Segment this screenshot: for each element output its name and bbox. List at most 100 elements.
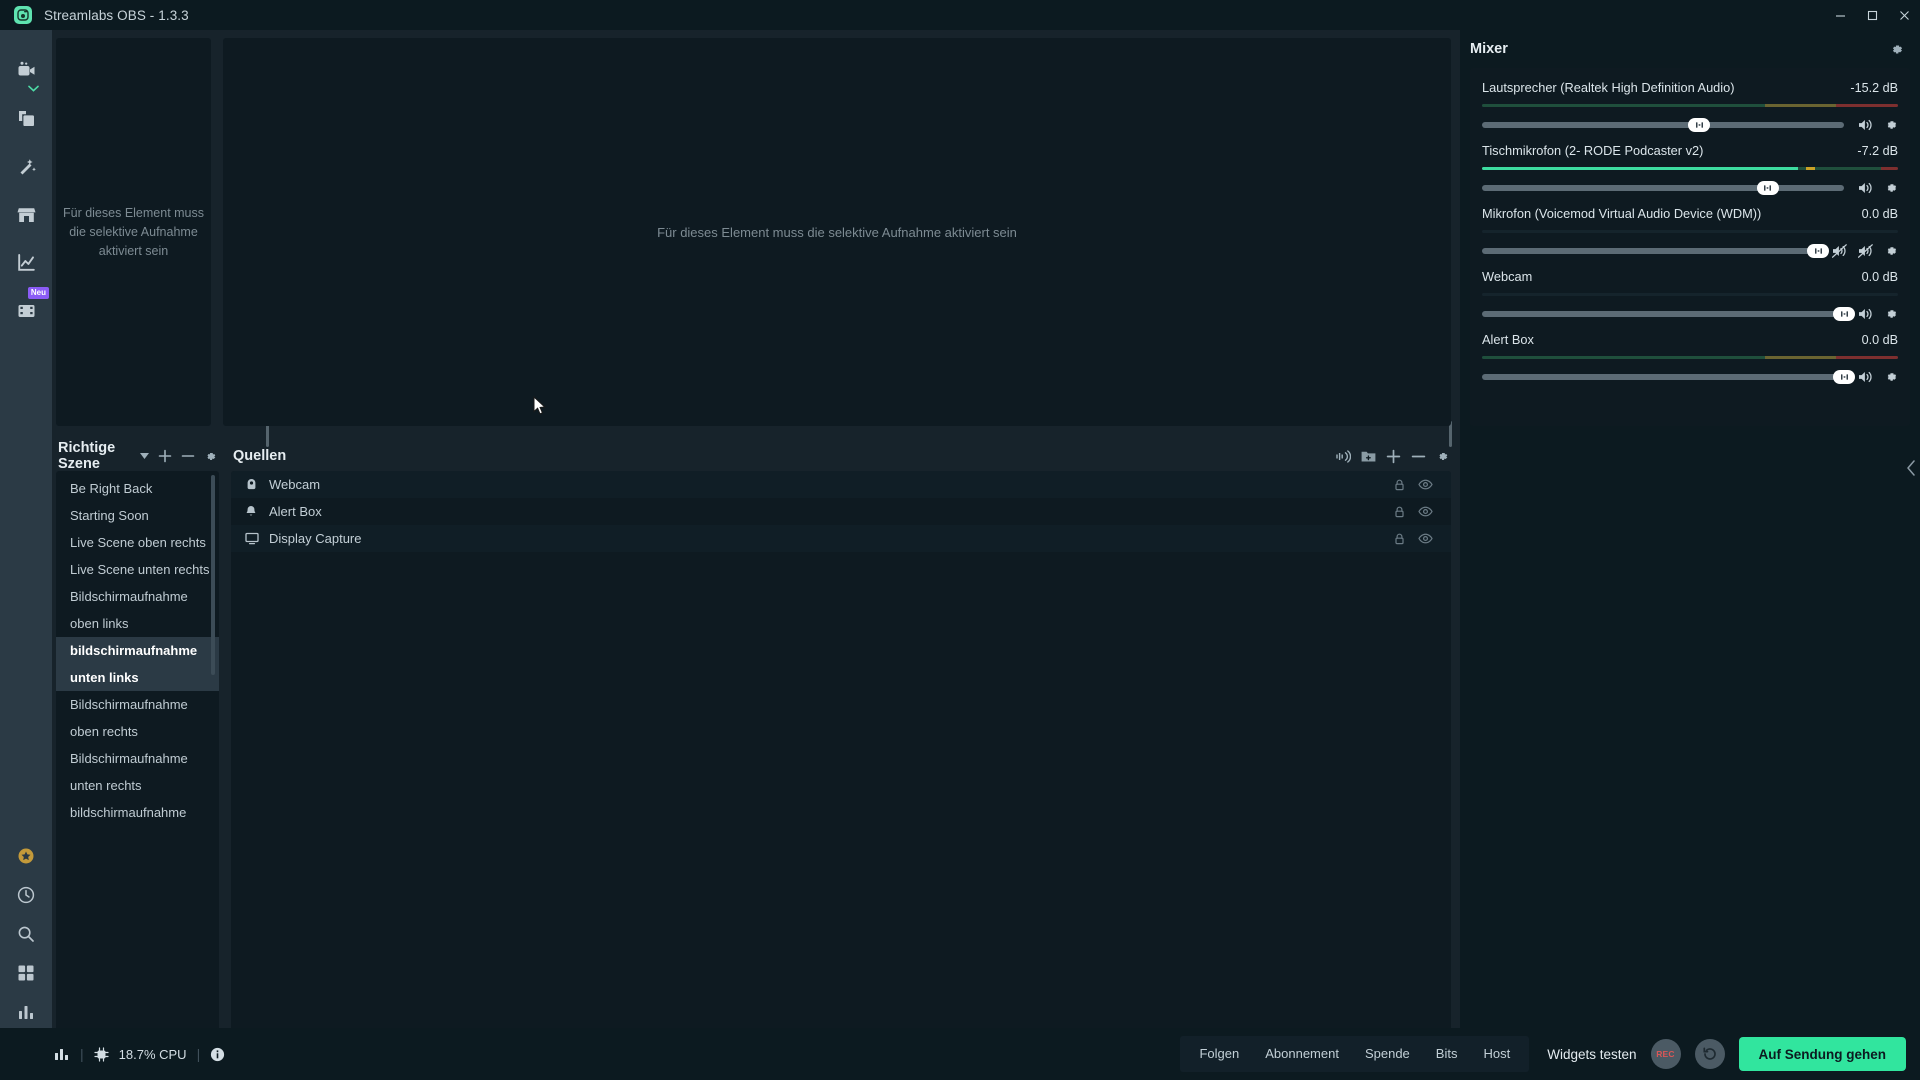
sidebar-item-recent-events[interactable] [0,875,52,914]
source-settings-gear-icon[interactable] [1436,450,1449,463]
mixer-channel: Mikrofon (Voicemod Virtual Audio Device … [1470,196,1910,259]
audio-mixer-icon[interactable] [1336,449,1351,463]
mixer-volume-knob[interactable] [1756,181,1779,195]
event-tab[interactable]: Folgen [1186,1036,1252,1072]
volume-muted-indicator-icon[interactable] [1832,244,1847,258]
bars-icon[interactable] [54,1047,70,1061]
add-source-button[interactable] [1386,449,1401,464]
mixer-volume-slider[interactable] [1482,181,1844,195]
scene-list-item[interactable]: Live Scene oben rechts [56,529,219,556]
scene-list-item[interactable]: Live Scene unten rechts [56,556,219,583]
sidebar-item-highlighter[interactable]: Neu [0,286,52,334]
volume-icon[interactable] [1858,118,1873,132]
minimize-button[interactable] [1824,0,1856,30]
mixer-channel-gear-icon[interactable] [1884,307,1898,321]
sidebar-item-layout-editor[interactable] [0,953,52,992]
mixer-volume-slider[interactable] [1482,118,1844,132]
mixer-channel-name: Webcam [1482,269,1533,284]
scene-list-item[interactable]: bildschirmaufnahme [56,799,219,826]
sidebar-item-themes[interactable] [0,94,52,142]
event-tab[interactable]: Bits [1423,1036,1471,1072]
sidebar-item-stats[interactable] [0,992,52,1031]
close-button[interactable] [1888,0,1920,30]
sidebar-item-prime[interactable] [0,836,52,875]
center-column: Für dieses Element muss die selektive Au… [52,30,1460,1080]
remove-scene-button[interactable] [181,449,195,463]
main-preview[interactable]: Für dieses Element muss die selektive Au… [223,38,1451,426]
source-list-item[interactable]: Webcam [231,471,1451,498]
mixer-volume-knob[interactable] [1833,307,1855,321]
event-tab[interactable]: Host [1470,1036,1523,1072]
scene-list-item[interactable]: Bildschirmaufnahme [56,745,219,772]
volume-icon[interactable] [1858,370,1873,384]
eye-icon[interactable] [1418,533,1433,544]
sidebar-item-editor[interactable] [0,46,52,94]
mixer-volume-track [1482,185,1844,191]
scene-list-item[interactable]: Bildschirmaufnahme [56,691,219,718]
event-tab[interactable]: Abonnement [1252,1036,1352,1072]
eye-icon[interactable] [1418,506,1433,517]
mixer-channel-gear-icon[interactable] [1884,181,1898,195]
remove-source-button[interactable] [1411,449,1426,464]
scenes-scrollbar-thumb[interactable] [211,475,215,675]
sidebar-item-dashboard[interactable] [0,238,52,286]
scene-list-item[interactable]: Bildschirmaufnahme [56,583,219,610]
mixer-volume-knob[interactable] [1688,118,1711,132]
mixer-volume-knob[interactable] [1807,244,1829,258]
mixer-settings-gear-icon[interactable] [1889,42,1904,57]
replay-buffer-button[interactable] [1694,1039,1725,1069]
cpu-usage-label: 18.7% CPU [118,1046,187,1062]
lock-icon[interactable] [1394,533,1405,545]
mixer-volume-slider[interactable] [1482,307,1855,321]
mixer-channel-gear-icon[interactable] [1884,370,1898,384]
mixer-channel-db: -15.2 dB [1850,81,1898,95]
mixer-channel-gear-icon[interactable] [1884,118,1898,132]
eye-icon[interactable] [1418,479,1433,490]
add-scene-button[interactable] [158,449,172,463]
chevron-down-icon[interactable] [140,453,149,459]
scene-list-item[interactable]: bildschirmaufnahme [56,637,219,664]
mixer-volume-slider[interactable] [1482,244,1829,258]
info-icon[interactable] [210,1047,225,1062]
event-tab[interactable]: Spende [1352,1036,1423,1072]
status-separator-2: | [196,1046,201,1062]
search-icon[interactable] [0,914,52,953]
mixer-volume-track [1482,311,1844,317]
scene-list-item[interactable]: Starting Soon [56,502,219,529]
secondary-preview[interactable]: Für dieses Element muss die selektive Au… [56,38,211,426]
splitter-row [52,421,1460,447]
scene-item-label: oben rechts [70,724,138,739]
test-widgets-button[interactable]: Widgets testen [1547,1047,1636,1062]
scene-list-item[interactable]: Be Right Back [56,475,219,502]
scene-settings-gear-icon[interactable] [204,450,217,463]
status-separator-1: | [80,1046,84,1062]
source-list-item[interactable]: Display Capture [231,525,1451,552]
mixer-channel-name: Tischmikrofon (2- RODE Podcaster v2) [1482,143,1704,158]
mixer-channel-db: 0.0 dB [1861,207,1898,221]
source-list-item[interactable]: Alert Box [231,498,1451,525]
mixer-volume-knob[interactable] [1833,370,1855,384]
lock-icon[interactable] [1394,506,1405,518]
mixer-volume-slider[interactable] [1482,370,1855,384]
scene-item-label: Live Scene oben rechts [70,535,206,550]
volume-muted-icon[interactable] [1858,244,1873,258]
mixer-channel-db: 0.0 dB [1861,333,1898,347]
scenes-panel: Richtige Szene Be Right Back Starting So… [56,440,219,1080]
scene-list-item[interactable]: unten links [56,664,219,691]
lock-icon[interactable] [1394,479,1405,491]
add-folder-icon[interactable] [1361,450,1376,463]
scene-list-item[interactable]: oben rechts [56,718,219,745]
maximize-button[interactable] [1856,0,1888,30]
sidebar-item-store[interactable] [0,190,52,238]
scenes-scrollbar[interactable] [211,471,217,1080]
volume-icon[interactable] [1858,181,1873,195]
collapse-panel-arrow-icon[interactable] [1906,460,1916,481]
scene-list-item[interactable]: oben links [56,610,219,637]
mixer-channel-gear-icon[interactable] [1884,244,1898,258]
sidebar-item-alertbox[interactable] [0,142,52,190]
scene-list-item[interactable]: unten rechts [56,772,219,799]
volume-icon[interactable] [1858,307,1873,321]
scene-list: Be Right Back Starting Soon Live Scene obe… [56,471,219,826]
record-button[interactable]: REC [1650,1039,1681,1069]
go-live-button[interactable]: Auf Sendung gehen [1738,1037,1906,1071]
